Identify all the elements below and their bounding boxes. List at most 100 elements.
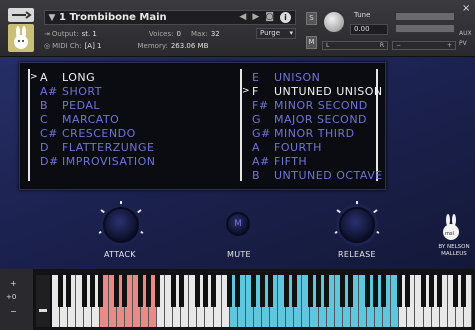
voices-value: 0 bbox=[176, 29, 181, 38]
black-key[interactable] bbox=[380, 275, 386, 307]
black-key[interactable] bbox=[340, 275, 346, 307]
black-key[interactable] bbox=[404, 275, 410, 307]
articulation-item[interactable]: B PEDAL bbox=[30, 98, 155, 112]
pitch-wheel[interactable] bbox=[36, 275, 50, 327]
black-key[interactable] bbox=[291, 275, 297, 307]
black-key[interactable] bbox=[453, 275, 459, 307]
pan-right-label: R bbox=[379, 42, 384, 49]
black-key[interactable] bbox=[227, 275, 233, 307]
output-row[interactable]: ⇥ Output: st. 1 Voices: 0 Max: 32 bbox=[44, 28, 220, 39]
tune-value[interactable]: 0.00 bbox=[350, 24, 388, 35]
articulation-key: B bbox=[252, 168, 261, 182]
rabbit-logo-icon bbox=[8, 24, 34, 52]
black-key[interactable] bbox=[178, 275, 184, 307]
black-key[interactable] bbox=[154, 275, 160, 307]
purge-dropdown[interactable]: Purge ▾ bbox=[256, 28, 296, 39]
release-knob[interactable] bbox=[339, 207, 375, 243]
mute-instrument-button[interactable]: M bbox=[306, 36, 317, 49]
black-key[interactable] bbox=[259, 275, 265, 307]
info-icon[interactable]: i bbox=[280, 12, 291, 23]
articulation-key: A bbox=[252, 140, 261, 154]
articulation-item[interactable]: E UNISON bbox=[242, 70, 383, 84]
next-instrument-icon[interactable]: ▶ bbox=[252, 12, 259, 23]
articulation-item[interactable]: B UNTUNED OCTAVE bbox=[242, 168, 383, 182]
black-key[interactable] bbox=[437, 275, 443, 307]
mute-label: MUTE bbox=[227, 250, 251, 259]
black-key[interactable] bbox=[57, 275, 63, 307]
level-meter-left bbox=[395, 12, 455, 21]
midi-channel-value[interactable]: [A] 1 bbox=[85, 42, 102, 50]
octave-up-button[interactable]: + bbox=[10, 279, 17, 288]
articulation-item[interactable]: D# IMPROVISATION bbox=[30, 154, 155, 168]
black-key[interactable] bbox=[211, 275, 217, 307]
articulation-item[interactable]: D FLATTERZUNGE bbox=[30, 140, 155, 154]
black-key[interactable] bbox=[316, 275, 322, 307]
articulation-name: UNTUNED UNISON bbox=[274, 84, 383, 98]
articulation-item[interactable]: A FOURTH bbox=[242, 140, 383, 154]
close-icon[interactable]: × bbox=[462, 3, 470, 14]
black-key[interactable] bbox=[138, 275, 144, 307]
black-key[interactable] bbox=[202, 275, 208, 307]
solo-button[interactable]: S bbox=[306, 12, 317, 25]
pan-slider[interactable]: L R bbox=[322, 41, 388, 50]
octave-down-button[interactable]: − bbox=[10, 307, 17, 316]
max-voices-value[interactable]: 32 bbox=[211, 30, 220, 38]
instrument-name[interactable]: 1 Trombibone Main bbox=[59, 12, 167, 23]
black-key[interactable] bbox=[364, 275, 370, 307]
articulation-item[interactable]: C MARCATO bbox=[30, 112, 155, 126]
black-key[interactable] bbox=[235, 275, 241, 307]
midi-row[interactable]: ◎ MIDI Ch: [A] 1 Memory: 263.06 MB bbox=[44, 40, 208, 51]
black-key[interactable] bbox=[194, 275, 200, 307]
black-key[interactable] bbox=[122, 275, 128, 307]
articulation-name: FIFTH bbox=[274, 154, 308, 168]
black-key[interactable] bbox=[324, 275, 330, 307]
articulation-item[interactable]: G MAJOR SECOND bbox=[242, 112, 383, 126]
articulation-item[interactable]: F# MINOR SECOND bbox=[242, 98, 383, 112]
black-key[interactable] bbox=[251, 275, 257, 307]
selected-arrow-icon: > bbox=[242, 86, 251, 96]
black-key[interactable] bbox=[307, 275, 313, 307]
articulation-column-left: > A LONG A# SHORT B PEDAL C MARCATO C# CRESCENDO D F… bbox=[30, 70, 155, 168]
midi-label: MIDI Ch: bbox=[52, 41, 82, 50]
articulation-item[interactable]: G# MINOR THIRD bbox=[242, 126, 383, 140]
memory-label: Memory: bbox=[137, 41, 168, 50]
aux-label[interactable]: AUX bbox=[459, 30, 472, 37]
camera-icon[interactable]: ◙ bbox=[265, 12, 274, 23]
volume-slider[interactable]: − + bbox=[392, 41, 456, 50]
black-key[interactable] bbox=[146, 275, 152, 307]
articulation-name: UNISON bbox=[274, 70, 321, 84]
wrench-icon[interactable] bbox=[8, 8, 34, 22]
black-key[interactable] bbox=[114, 275, 120, 307]
black-key[interactable] bbox=[97, 275, 103, 307]
voices-label: Voices: bbox=[148, 29, 174, 38]
piano-keyboard[interactable] bbox=[52, 275, 472, 327]
black-key[interactable] bbox=[170, 275, 176, 307]
articulation-key: D# bbox=[40, 154, 59, 168]
black-key[interactable] bbox=[89, 275, 95, 307]
black-key[interactable] bbox=[396, 275, 402, 307]
articulation-item[interactable]: > F UNTUNED UNISON bbox=[242, 84, 383, 98]
articulation-item[interactable]: C# CRESCENDO bbox=[30, 126, 155, 140]
black-key[interactable] bbox=[461, 275, 467, 307]
black-key[interactable] bbox=[65, 275, 71, 307]
keyboard-area: + +0 − bbox=[0, 269, 475, 330]
articulation-item[interactable]: A# SHORT bbox=[30, 84, 155, 98]
articulation-item[interactable]: > A LONG bbox=[30, 70, 155, 84]
articulation-name: LONG bbox=[62, 70, 96, 84]
collapse-arrow-icon[interactable]: ▼ bbox=[45, 13, 59, 23]
attack-knob[interactable] bbox=[103, 207, 139, 243]
black-key[interactable] bbox=[429, 275, 435, 307]
mute-button[interactable]: M bbox=[226, 212, 250, 236]
black-key[interactable] bbox=[283, 275, 289, 307]
articulation-item[interactable]: A# FIFTH bbox=[242, 154, 383, 168]
output-value[interactable]: st. 1 bbox=[82, 30, 97, 38]
black-key[interactable] bbox=[421, 275, 427, 307]
tune-knob[interactable] bbox=[322, 10, 346, 34]
pv-label[interactable]: PV bbox=[459, 40, 467, 47]
prev-instrument-icon[interactable]: ◀ bbox=[239, 12, 246, 23]
black-key[interactable] bbox=[348, 275, 354, 307]
black-key[interactable] bbox=[267, 275, 273, 307]
black-key[interactable] bbox=[372, 275, 378, 307]
instrument-title-bar[interactable]: ▼ 1 Trombibone Main ◀ ▶ ◙ i bbox=[44, 10, 296, 25]
black-key[interactable] bbox=[81, 275, 87, 307]
